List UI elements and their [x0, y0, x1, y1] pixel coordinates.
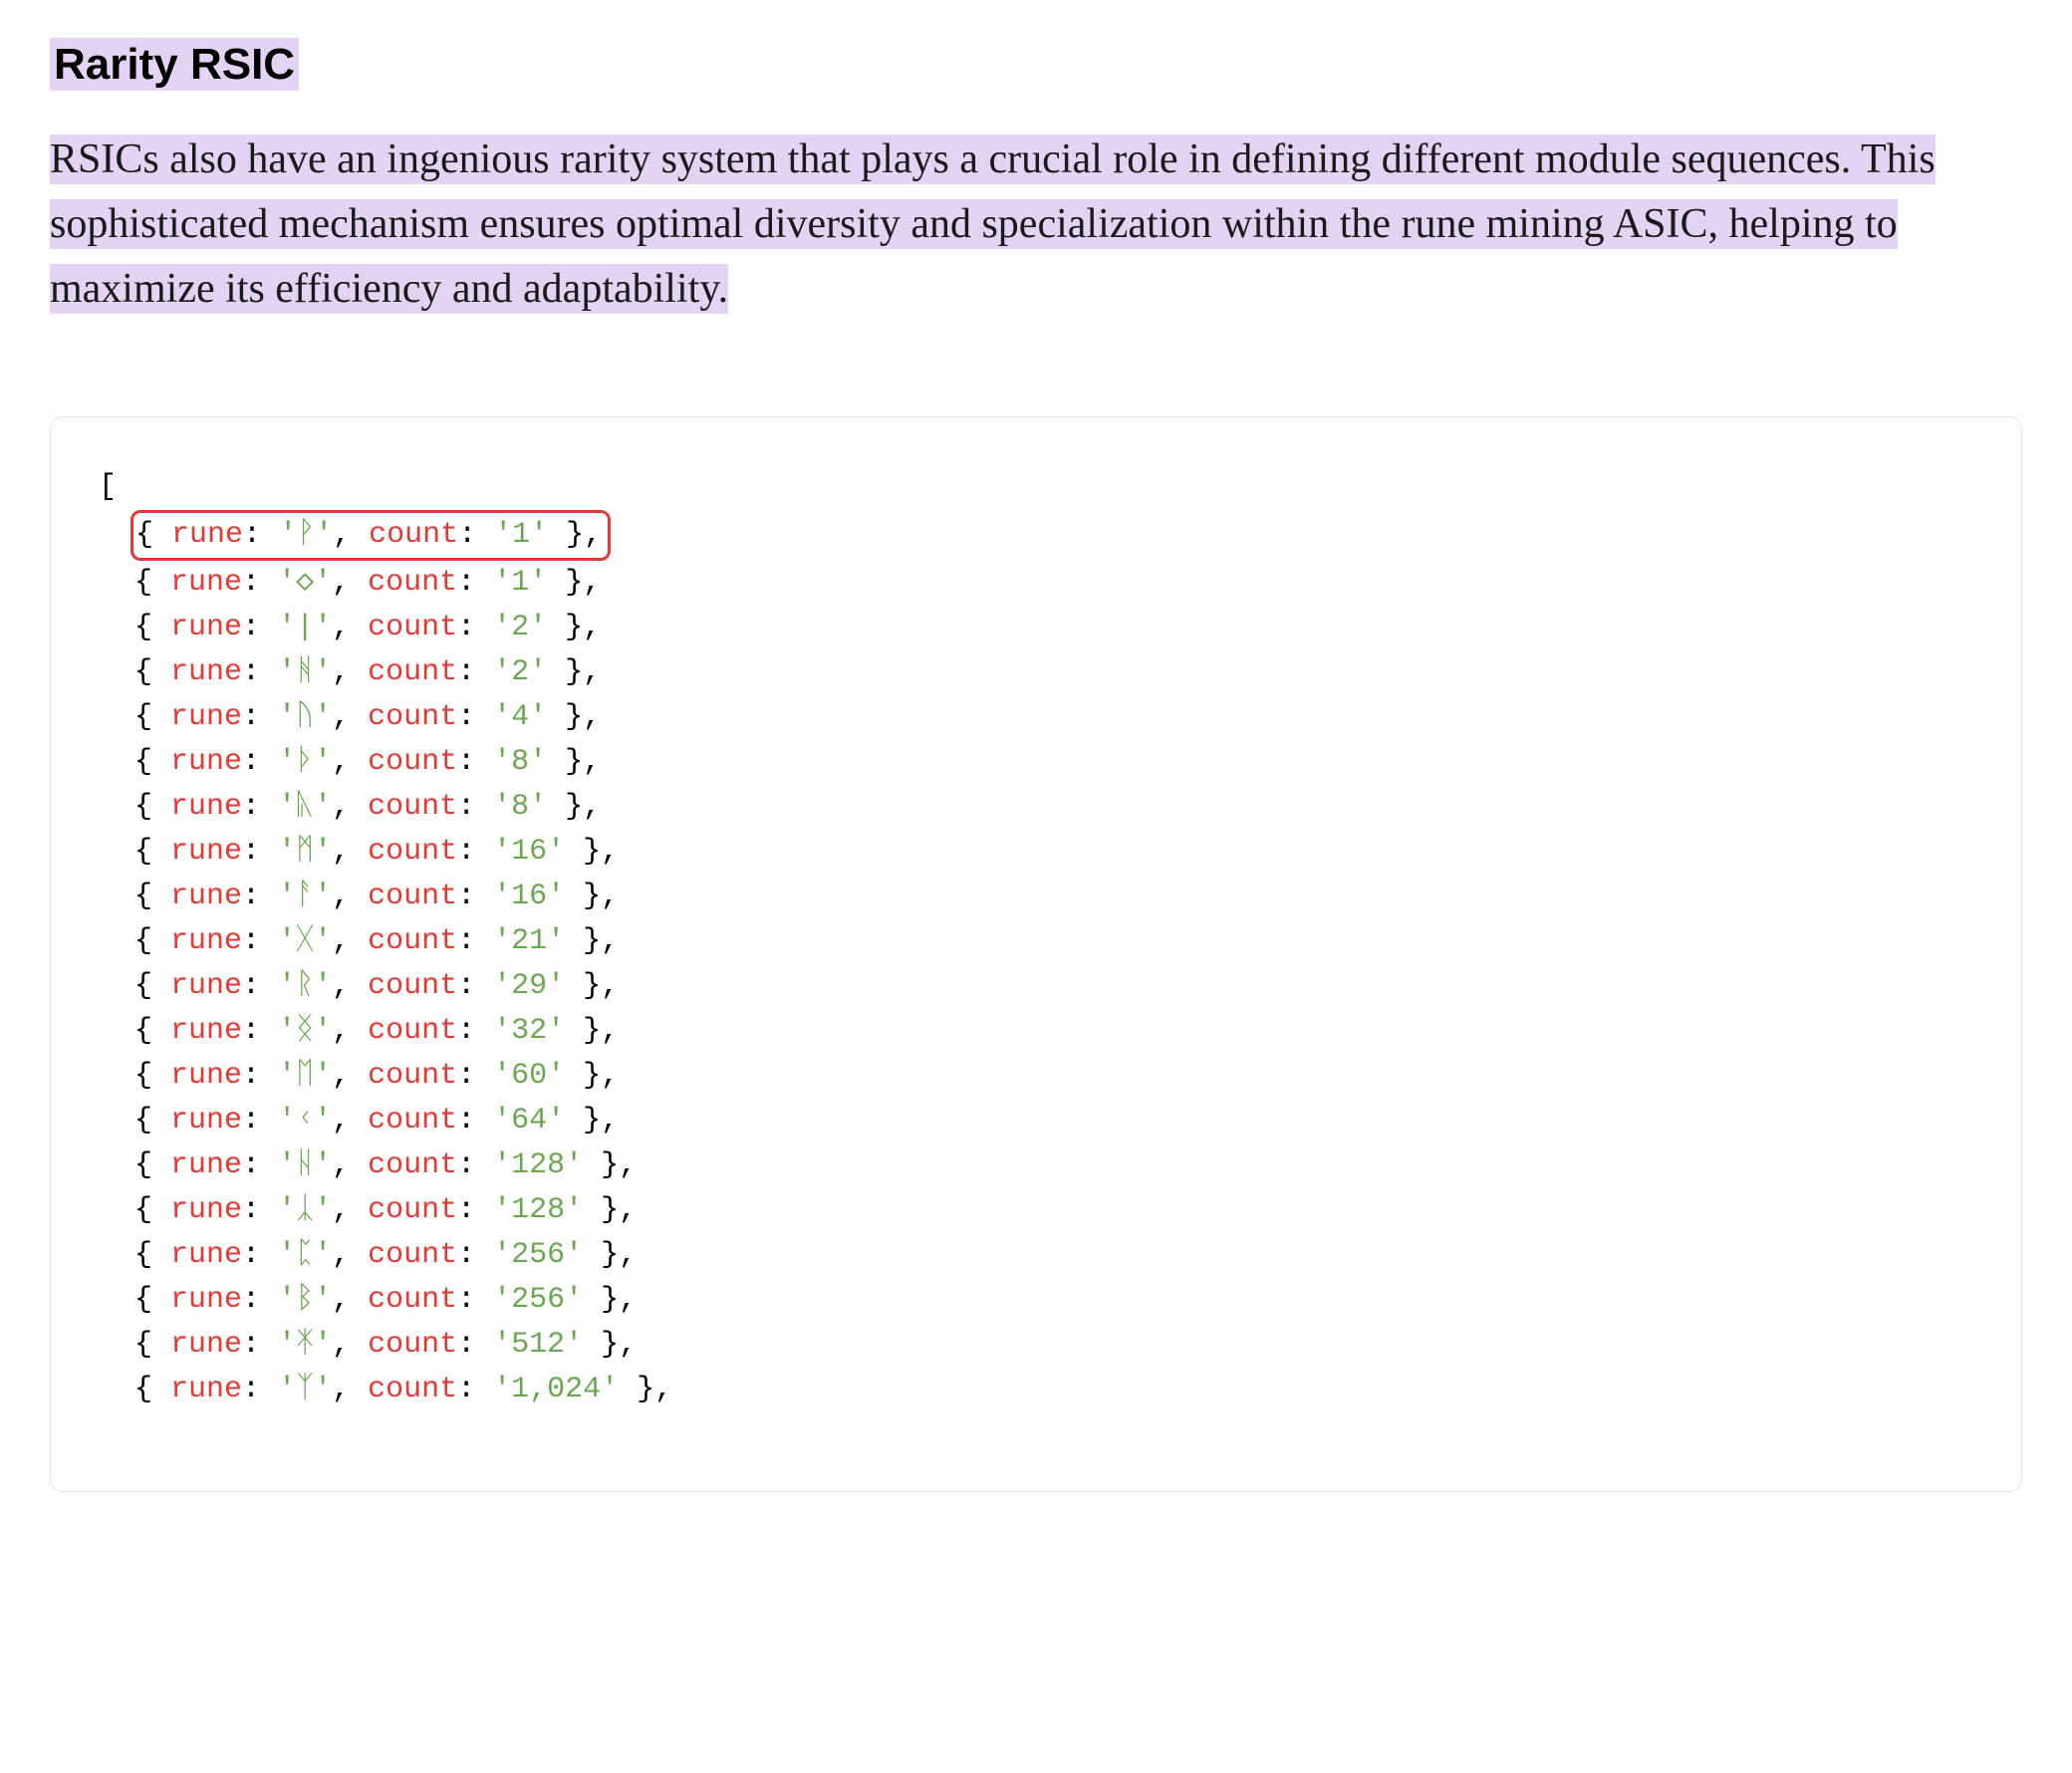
section-paragraph: RSICs also have an ingenious rarity syst…	[50, 127, 2022, 322]
code-entry: { rune: 'ᛝ', count: '32' },	[99, 1009, 1973, 1054]
code-entry: { rune: '◇', count: '1' },	[99, 561, 1973, 606]
code-entry: { rune: 'ᚱ', count: '29' },	[99, 964, 1973, 1009]
code-entry: { rune: 'ᛗ', count: '16' },	[99, 830, 1973, 875]
code-entry: { rune: 'ᚷ', count: '21' },	[99, 919, 1973, 964]
code-entry: { rune: 'ᛈ', count: '256' },	[99, 1233, 1973, 1278]
code-entry: { rune: 'ᚢ', count: '4' },	[99, 695, 1973, 740]
code-entry: { rune: 'ᛣ', count: '128' },	[99, 1188, 1973, 1233]
code-entry: { rune: 'ᛖ', count: '60' },	[99, 1054, 1973, 1099]
code-entry: { rune: 'ᚣ', count: '8' },	[99, 785, 1973, 830]
code-entry: { rune: 'ᚺ', count: '128' },	[99, 1143, 1973, 1188]
code-entry: { rune: 'ᛒ', count: '256' },	[99, 1278, 1973, 1323]
code-block: [ { rune: 'ᚹ', count: '1' }, { rune: '◇'…	[50, 416, 2022, 1492]
code-entry: { rune: '|', count: '2' },	[99, 606, 1973, 650]
section-heading: Rarity RSIC	[50, 38, 299, 91]
code-entry: { rune: 'ᛡ', count: '512' },	[99, 1323, 1973, 1368]
code-entry: { rune: 'ᛉ', count: '1,024' },	[99, 1368, 1973, 1412]
highlighted-entry: { rune: 'ᚹ', count: '1' },	[130, 510, 611, 561]
code-entry: { rune: 'ᚦ', count: '8' },	[99, 740, 1973, 785]
code-entry: { rune: 'ᚻ', count: '2' },	[99, 650, 1973, 695]
code-entry: { rune: 'ᚹ', count: '1' },	[99, 510, 1973, 561]
code-entry: { rune: 'ᚨ', count: '16' },	[99, 875, 1973, 919]
code-entry: { rune: 'ᚲ', count: '64' },	[99, 1099, 1973, 1143]
code-open-bracket: [	[99, 465, 1973, 510]
